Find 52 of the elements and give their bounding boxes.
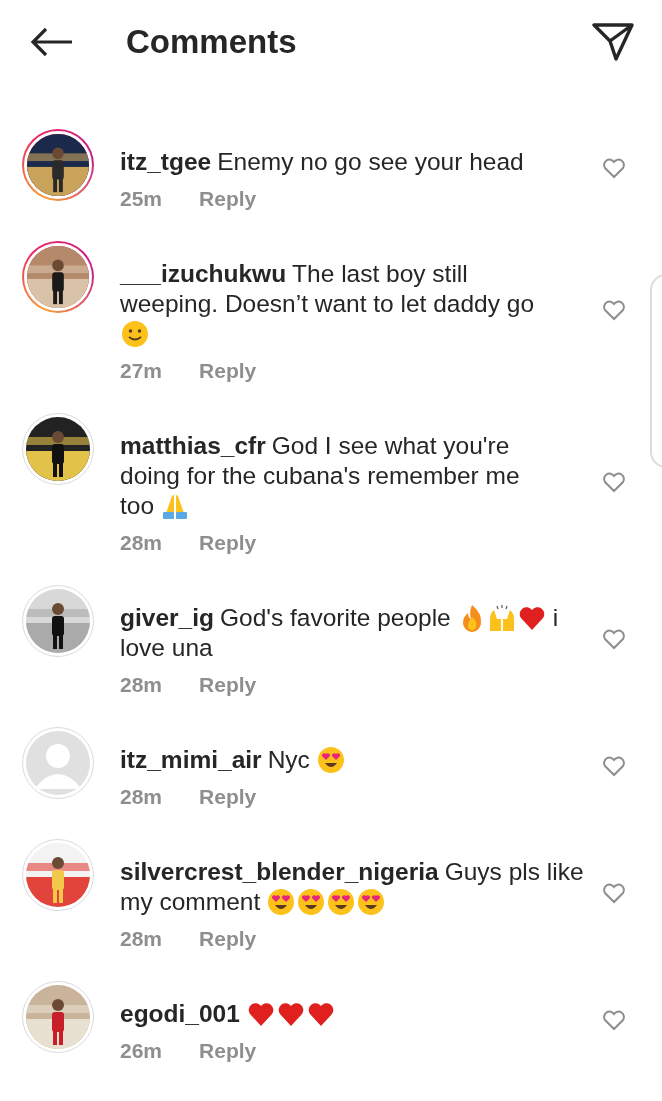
heart-icon [602, 882, 626, 904]
username[interactable]: ___izuchukwu [120, 259, 287, 289]
username[interactable]: silvercrest_blender_nigeria [120, 857, 439, 887]
timestamp: 28m [120, 785, 163, 809]
comment-text: doing for the cubana's remember me [120, 461, 520, 491]
smiling-face-icon [120, 319, 150, 349]
username[interactable]: matthias_cfr [120, 431, 266, 461]
timestamp: 26m [120, 1039, 163, 1063]
like-button[interactable] [602, 157, 626, 179]
timestamp: 28m [120, 673, 163, 697]
comment-text: Guys pls like [444, 857, 584, 887]
comment-text: The last boy still [292, 259, 468, 289]
username[interactable]: itz_tgee [120, 147, 212, 177]
heart-icon [602, 157, 626, 179]
like-button[interactable] [602, 755, 626, 777]
heart-icon [602, 628, 626, 650]
heart-eyes-face-icon [296, 887, 327, 917]
timestamp: 28m [120, 531, 163, 555]
like-button[interactable] [602, 299, 626, 321]
back-button[interactable] [30, 27, 74, 57]
username[interactable]: giver_ig [120, 603, 214, 633]
comment-text: God's favorite people [219, 603, 451, 633]
like-button[interactable] [602, 471, 626, 493]
comment-text: God I see what you're [271, 431, 510, 461]
like-button[interactable] [602, 628, 626, 650]
username[interactable]: itz_mimi_air [120, 745, 262, 775]
heart-eyes-face-icon [326, 887, 357, 917]
heart-icon [602, 471, 626, 493]
timestamp: 28m [120, 927, 163, 951]
comment-text: my comment [120, 887, 261, 917]
heart-eyes-face-icon [266, 887, 297, 917]
comment-text: Nyc [267, 745, 310, 775]
like-button[interactable] [602, 1009, 626, 1031]
send-icon [592, 23, 634, 61]
heart-eyes-face-icon [315, 745, 346, 775]
comment-text: Enemy no go see your head [217, 147, 524, 177]
timestamp: 25m [120, 187, 163, 211]
heart-icon [602, 1009, 626, 1031]
like-button[interactable] [602, 882, 626, 904]
comment-text: love una [120, 633, 213, 663]
default-avatar-icon [26, 731, 90, 795]
comment-text: weeping. Doesn’t want to let daddy go [120, 289, 535, 319]
username[interactable]: egodi_001 [120, 999, 240, 1029]
timestamp: 27m [120, 359, 163, 383]
heart-icon [602, 299, 626, 321]
page-title: Comments [126, 23, 298, 61]
back-arrow-icon [30, 27, 74, 57]
share-button[interactable] [592, 23, 634, 61]
comment-text: too [120, 491, 155, 521]
heart-eyes-face-icon [356, 887, 387, 917]
comment-text: i [552, 603, 559, 633]
heart-icon [602, 755, 626, 777]
